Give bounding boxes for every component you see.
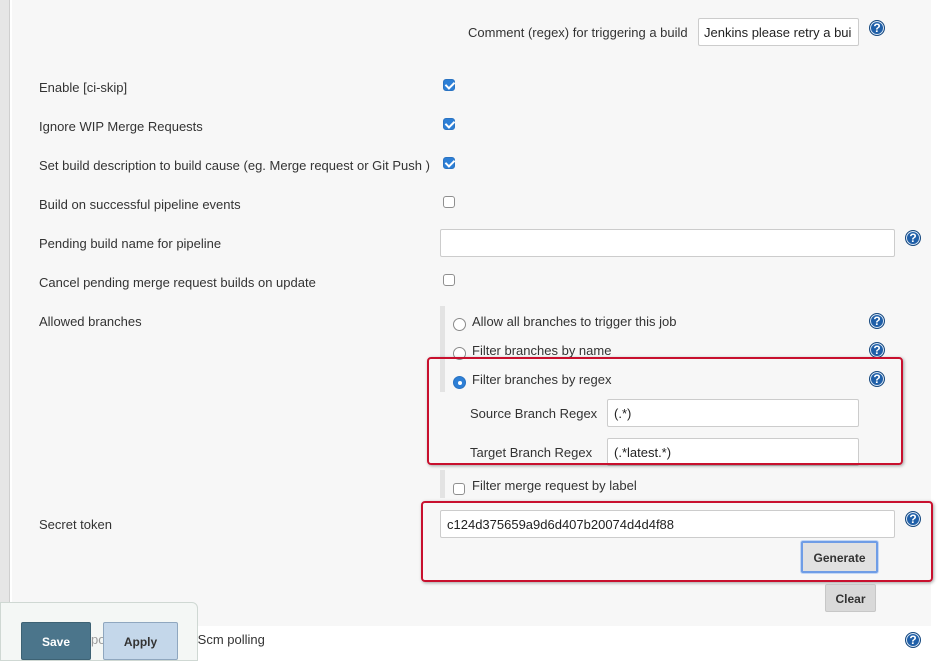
- help-icon-pending-build-name[interactable]: ?: [905, 230, 921, 246]
- clear-button[interactable]: Clear: [825, 584, 876, 612]
- build-on-pipeline-label: Build on successful pipeline events: [39, 197, 241, 212]
- trigger-comment-label: Comment (regex) for triggering a build: [468, 25, 688, 40]
- set-build-description-checkbox[interactable]: [443, 157, 455, 169]
- label-filter-bar: [440, 470, 445, 498]
- ci-skip-checkbox[interactable]: [443, 79, 455, 91]
- pending-build-name-label: Pending build name for pipeline: [39, 236, 222, 251]
- highlight-box-secret-token: [421, 501, 933, 582]
- ci-skip-label: Enable [ci-skip]: [39, 80, 128, 95]
- help-icon-filter-by-name[interactable]: ?: [869, 342, 885, 358]
- ignore-wip-label: Ignore WIP Merge Requests: [39, 119, 203, 134]
- cancel-pending-label: Cancel pending merge request builds on u…: [39, 275, 316, 290]
- set-build-description-label: Set build description to build cause (eg…: [39, 158, 430, 173]
- highlight-box-regex: [427, 357, 903, 465]
- help-icon-trigger-comment[interactable]: ?: [869, 20, 885, 36]
- help-icon-gitscm-polling[interactable]: ?: [905, 632, 921, 648]
- trigger-comment-input[interactable]: [698, 18, 859, 46]
- pending-build-name-input[interactable]: [440, 229, 895, 257]
- secret-token-label: Secret token: [39, 517, 112, 532]
- cancel-pending-checkbox[interactable]: [443, 274, 455, 286]
- help-icon-allow-all-branches[interactable]: ?: [869, 313, 885, 329]
- radio-allow-all-branches[interactable]: [453, 318, 466, 331]
- apply-button[interactable]: Apply: [103, 622, 178, 660]
- filter-by-name-label: Filter branches by name: [472, 343, 612, 358]
- ignore-wip-checkbox[interactable]: [443, 118, 455, 130]
- filter-by-label-checkbox[interactable]: [453, 483, 465, 495]
- allow-all-branches-label: Allow all branches to trigger this job: [472, 314, 677, 329]
- page-left-border: [0, 0, 10, 661]
- build-on-pipeline-checkbox[interactable]: [443, 196, 455, 208]
- allowed-branches-label: Allowed branches: [39, 314, 142, 329]
- save-button[interactable]: Save: [21, 622, 91, 660]
- filter-by-label-label: Filter merge request by label: [472, 478, 637, 493]
